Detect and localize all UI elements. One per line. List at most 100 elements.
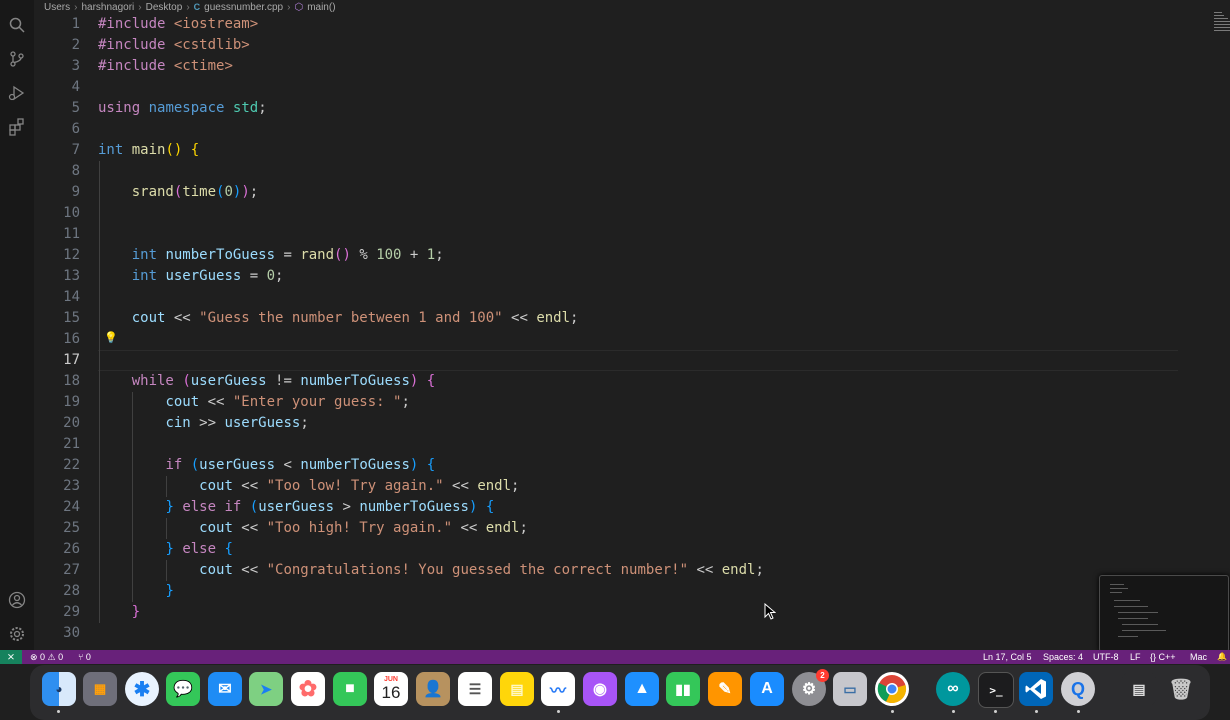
code-line[interactable]: 24 } else if (userGuess > numberToGuess)… [34,497,1174,518]
code-line[interactable]: 3 #include <ctime> [34,56,1174,77]
account-icon[interactable] [6,589,28,611]
search-icon[interactable] [6,14,28,36]
code-token: cout [165,394,200,410]
code-line[interactable]: 22 if (userGuess < numberToGuess) { [34,455,1174,476]
keynote-icon[interactable]: ▲ [625,672,659,706]
platform[interactable]: Mac [1190,650,1207,664]
lightbulb-icon[interactable]: 💡 [104,331,118,344]
finder-icon[interactable]: ◕ [42,672,76,706]
podcasts-icon[interactable]: ◉ [583,672,617,706]
extensions-icon[interactable] [6,116,28,138]
language-mode[interactable]: {} C++ [1150,650,1176,664]
breadcrumb-user[interactable]: harshnagori [81,2,134,13]
code-line[interactable]: 12 int numberToGuess = rand() % 100 + 1; [34,245,1174,266]
activity-bar [0,0,34,650]
source-control-icon[interactable] [6,48,28,70]
preview-icon[interactable]: ▭ [833,672,867,706]
code-line[interactable]: 10 [34,203,1174,224]
code-line[interactable]: 20 cin >> userGuess; [34,413,1174,434]
minimap[interactable] [1214,12,1230,42]
reminders-icon[interactable]: ☰ [458,672,492,706]
mouse-pointer [764,602,777,625]
code-line[interactable]: 14 [34,287,1174,308]
code-line[interactable]: 29 } [34,602,1174,623]
line-ending[interactable]: LF [1130,650,1141,664]
arduino-icon[interactable]: ∞ [936,672,970,706]
line-number: 30 [63,625,80,641]
bell-icon[interactable]: 🔔 [1217,650,1227,664]
code-line[interactable]: 7 int main() { [34,140,1174,161]
code-token: { [426,457,436,473]
code-token: endl [485,520,520,536]
encoding[interactable]: UTF-8 [1093,650,1119,664]
code-line[interactable]: 6 [34,119,1174,140]
launchpad-icon[interactable]: ▦ [83,672,117,706]
chrome-icon[interactable] [875,672,909,706]
breadcrumb-symbol[interactable]: main() [307,2,335,13]
ports-indicator[interactable]: ⑂ 0 [78,650,91,664]
code-line[interactable]: 18 while (userGuess != numberToGuess) { [34,371,1174,392]
breadcrumb-separator: › [186,1,190,13]
code-line[interactable]: 2 #include <cstdlib> [34,35,1174,56]
code-line[interactable]: 9 srand(time(0)); [34,182,1174,203]
code-line[interactable]: 25 cout << "Too high! Try again." << end… [34,518,1174,539]
code-line[interactable]: 11 [34,224,1174,245]
app-store-icon[interactable]: A [750,672,784,706]
code-token: << [232,478,267,494]
code-line[interactable]: 4 [34,77,1174,98]
code-line[interactable]: 28 } [34,581,1174,602]
maps-icon[interactable]: ➤ [249,672,283,706]
terminal-icon[interactable]: >_ [978,672,1014,708]
current-line-highlight [98,350,1178,371]
code-line[interactable]: 30 [34,623,1174,644]
code-line[interactable]: 19 cout << "Enter your guess: "; [34,392,1174,413]
breadcrumb-file[interactable]: guessnumber.cpp [204,2,283,13]
notes-icon[interactable]: ▤ [500,672,534,706]
code-line[interactable]: 17 [34,350,1178,371]
code-line[interactable]: 21 [34,434,1174,455]
mail-icon[interactable]: ✉ [208,672,242,706]
code-line[interactable]: 26 } else { [34,539,1174,560]
code-line[interactable]: 23 cout << "Too low! Try again." << endl… [34,476,1174,497]
photos-icon[interactable]: ✿ [291,672,325,706]
code-line[interactable]: 1 #include <iostream> [34,14,1174,35]
trash-icon[interactable]: 🗑 [1164,672,1198,706]
code-token: "Enter your guess: " [232,394,402,410]
code-token: userGuess [199,457,276,473]
safari-icon[interactable]: ✱ [125,672,159,706]
problems-indicator[interactable]: ⊗ 0 ⚠ 0 [30,650,63,664]
quicktime-icon[interactable]: Q [1061,672,1095,706]
code-line[interactable]: 27 cout << "Congratulations! You guessed… [34,560,1174,581]
code-line[interactable]: 8 [34,161,1174,182]
indentation[interactable]: Spaces: 4 [1043,650,1083,664]
contacts-icon[interactable]: 👤 [416,672,450,706]
numbers-icon[interactable]: ▮▮ [666,672,700,706]
line-content: srand(time(0)); [98,182,259,203]
code-line[interactable]: 15 cout << "Guess the number between 1 a… [34,308,1174,329]
facetime-icon[interactable]: ■ [333,672,367,706]
messages-icon[interactable]: 💬 [166,672,200,706]
downloads-stack-icon[interactable]: ▤ [1122,672,1156,706]
pages-icon[interactable]: ✎ [708,672,742,706]
breadcrumb-desktop[interactable]: Desktop [146,2,183,13]
code-line[interactable]: 13 int userGuess = 0; [34,266,1174,287]
gear-icon[interactable] [6,623,28,645]
vscode-icon[interactable] [1019,672,1053,706]
remote-indicator[interactable]: ⨯ [0,650,22,664]
run-debug-icon[interactable] [6,82,28,104]
code-line[interactable]: 16 [34,329,1174,350]
code-line[interactable]: 5 using namespace std; [34,98,1174,119]
notification-badge: 2 [816,669,829,682]
indent-guide [166,476,168,497]
calendar-icon[interactable]: JUN 16 [374,672,408,706]
freeform-icon[interactable]: 〰 [541,672,575,706]
cursor-position[interactable]: Ln 17, Col 5 [983,650,1032,664]
code-token: else [182,499,217,515]
breadcrumb-users[interactable]: Users [44,2,70,13]
window-preview-thumbnail[interactable] [1099,575,1229,652]
